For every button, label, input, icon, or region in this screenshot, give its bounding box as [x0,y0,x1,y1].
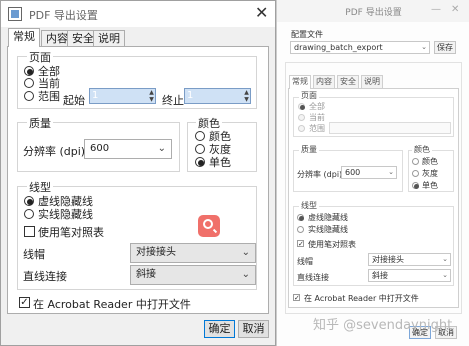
start-label: 起始 [63,94,85,107]
color-color-radio[interactable] [412,158,419,165]
open-in-reader-label: 在 Acrobat Reader 中打开文件 [304,294,419,303]
use-pen-table-label: 使用笔对照表 [308,240,356,249]
solid-hidden-radio[interactable] [24,209,34,219]
chevron-down-icon: ⌄ [157,143,166,154]
line-end-value: 对接接头 [136,247,176,258]
color-mono-radio[interactable] [412,182,419,189]
line-end-label: 线帽 [23,248,45,261]
pages-current-radio[interactable] [24,78,34,88]
color-mono-label: 单色 [422,181,438,190]
pages-range-radio[interactable] [24,91,34,101]
pdf-export-dialog-left: PDF 导出设置 ✕ 常规 内容 安全 说明 页面 全部 当前 范围 起始 1 … [0,0,276,346]
chevron-down-icon: ⌄ [442,255,448,263]
tab-general[interactable]: 常规 [8,28,40,47]
ok-button[interactable]: 确定 [204,320,235,338]
pages-group-label: 页面 [299,90,319,101]
color-grey-radio[interactable] [412,170,419,177]
search-icon[interactable] [198,215,220,237]
tab-content[interactable]: 内容 [313,75,335,88]
line-end-value: 对接接头 [372,255,404,264]
search-ring [203,219,213,229]
line-join-label: 直线连接 [297,273,329,282]
solid-hidden-label: 实线隐藏线 [38,208,93,221]
color-grey-radio[interactable] [195,144,205,154]
close-icon[interactable]: ✕ [255,4,268,22]
start-page-input[interactable]: 1 [89,88,156,104]
use-pen-table-checkbox[interactable] [24,226,35,237]
use-pen-table-label: 使用笔对照表 [38,226,104,239]
resolution-label: 分辨率 (dpi) [23,145,86,158]
dashed-hidden-label: 虚线隐藏线 [308,213,348,222]
dialog-title: PDF 导出设置 [29,9,98,22]
linetype-group-label: 线型 [299,200,319,211]
resolution-label: 分辨率 (dpi) [297,170,343,179]
end-page-input[interactable]: 1 [184,88,251,104]
save-button[interactable]: 保存 [434,41,456,54]
close-icon[interactable]: ✕ [451,4,459,15]
resolution-select[interactable]: 600 ⌄ [84,139,172,159]
range-input[interactable] [329,122,451,134]
color-group-label: 颜色 [412,144,432,155]
config-value: drawing_batch_export [294,43,383,52]
quality-group-label: 质量 [27,115,53,131]
color-mono-label: 单色 [209,156,231,169]
open-in-reader-checkbox[interactable]: ✓ [293,294,300,302]
line-end-select[interactable]: 对接接头 ⌄ [130,243,256,263]
pages-current-label: 当前 [309,113,325,122]
line-end-label: 线帽 [297,257,313,266]
resolution-select[interactable]: 600 ⌄ [341,166,397,179]
minimize-icon[interactable]: — [431,4,441,15]
end-label: 终止 [162,94,184,107]
pages-range-radio[interactable] [298,125,305,132]
title-bar: PDF 导出设置 — ✕ [277,0,469,22]
tab-general[interactable]: 常规 [289,75,311,89]
search-handle [212,228,218,234]
pages-all-label: 全部 [309,102,325,111]
resolution-value: 600 [345,168,361,177]
quality-group-label: 质量 [299,144,319,155]
use-pen-table-checkbox[interactable]: ✓ [297,240,304,248]
tab-description[interactable]: 说明 [361,75,383,88]
line-join-select[interactable]: 斜接 ⌄ [368,269,451,282]
chevron-down-icon: ⌄ [241,269,250,280]
color-color-label: 颜色 [422,157,438,166]
line-join-label: 直线连接 [23,270,67,283]
cancel-button[interactable]: 取消 [238,320,269,338]
open-in-reader-label: 在 Acrobat Reader 中打开文件 [33,298,191,311]
open-in-reader-checkbox[interactable]: ✓ [19,297,30,308]
dashed-hidden-radio[interactable] [297,214,304,221]
color-mono-radio[interactable] [195,157,205,167]
solid-hidden-radio[interactable] [297,226,304,233]
pdf-export-dialog-right: PDF 导出设置 — ✕ 配置文件 drawing_batch_export ⌄… [276,0,469,346]
title-bar: PDF 导出设置 ✕ [1,1,275,27]
tab-security[interactable]: 安全 [337,75,359,88]
dashed-hidden-radio[interactable] [24,196,34,206]
pages-all-radio[interactable] [298,103,305,110]
end-page-spinner[interactable]: ▲ ▼ [242,89,251,103]
pages-range-label: 范围 [38,90,60,103]
config-select[interactable]: drawing_batch_export ⌄ [290,41,430,54]
line-join-value: 斜接 [372,271,388,280]
line-join-select[interactable]: 斜接 ⌄ [130,265,256,285]
pages-current-radio[interactable] [298,114,305,121]
line-end-select[interactable]: 对接接头 ⌄ [368,253,451,266]
start-page-spinner[interactable]: ▲ ▼ [147,89,156,103]
color-color-radio[interactable] [195,131,205,141]
app-icon [8,7,22,21]
chevron-down-icon: ⌄ [388,168,394,176]
chevron-down-icon: ⌄ [421,43,427,51]
chevron-down-icon: ⌄ [442,271,448,279]
color-grey-label: 灰度 [422,169,438,178]
solid-hidden-label: 实线隐藏线 [308,225,348,234]
pages-all-radio[interactable] [24,66,34,76]
config-label: 配置文件 [291,30,323,39]
line-join-value: 斜接 [136,269,156,280]
resolution-value: 600 [90,143,110,154]
chevron-down-icon: ⌄ [241,247,250,258]
pages-range-label: 范围 [309,124,325,133]
tab-description[interactable]: 说明 [93,30,125,46]
watermark: 知乎 @sevendaynight [313,318,453,333]
